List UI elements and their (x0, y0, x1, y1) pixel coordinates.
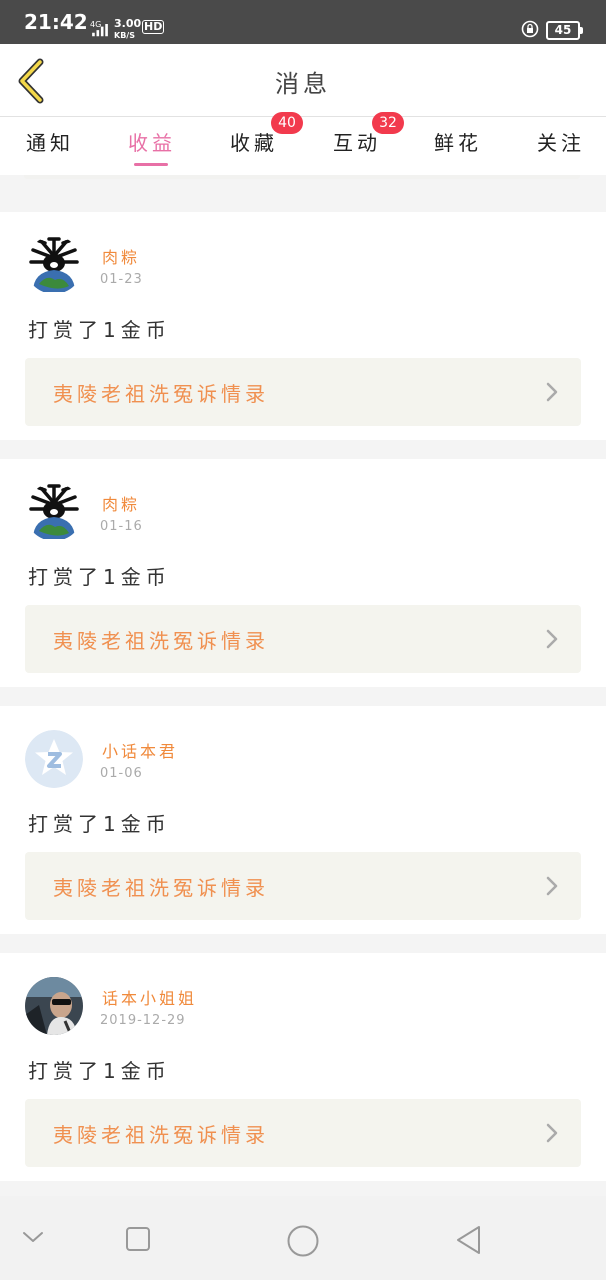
reward-text: 打赏了1金币 (28, 812, 171, 836)
date: 01-16 (100, 519, 143, 534)
active-tab-indicator (134, 163, 168, 166)
status-bar: 21:42 4G 3.00 KB/S HD 45 (0, 0, 606, 44)
date: 01-06 (100, 766, 143, 781)
user-name[interactable]: 话本小姐姐 (102, 985, 197, 1009)
hd-badge: HD (142, 20, 165, 34)
book-link[interactable]: 夷陵老祖洗冤诉情录 (25, 852, 581, 920)
user-name[interactable]: 肉粽 (102, 244, 140, 268)
recent-apps-square-icon[interactable] (125, 1226, 151, 1252)
book-link[interactable]: 夷陵老祖洗冤诉情录 (25, 358, 581, 426)
chevron-right-icon (546, 1123, 558, 1143)
avatar[interactable] (25, 977, 83, 1035)
reward-text: 打赏了1金币 (28, 318, 171, 342)
chevron-right-icon (546, 876, 558, 896)
date: 2019-12-29 (100, 1013, 186, 1028)
network-speed-value: 3.00 (114, 17, 142, 30)
system-nav-bar (0, 1196, 606, 1280)
signal-icon (92, 24, 108, 37)
tab-interactions[interactable]: 互动 (333, 127, 381, 156)
home-circle-icon[interactable] (286, 1224, 320, 1258)
divider (24, 175, 580, 179)
tab-following[interactable]: 关注 (537, 127, 585, 156)
header: 消息 (0, 44, 606, 117)
book-title: 夷陵老祖洗冤诉情录 (53, 876, 269, 900)
list-item: 肉粽 01-23 打赏了1金币 夷陵老祖洗冤诉情录 (0, 212, 606, 440)
interactions-count-badge: 32 (372, 112, 404, 134)
user-name[interactable]: 肉粽 (102, 491, 140, 515)
book-link[interactable]: 夷陵老祖洗冤诉情录 (25, 1099, 581, 1167)
collapse-chevron-icon[interactable] (22, 1230, 44, 1244)
user-name[interactable]: 小话本君 (102, 738, 178, 762)
book-link[interactable]: 夷陵老祖洗冤诉情录 (25, 605, 581, 673)
tab-notifications[interactable]: 通知 (26, 127, 74, 156)
list-item: 肉粽 01-16 打赏了1金币 夷陵老祖洗冤诉情录 (0, 459, 606, 687)
avatar[interactable] (25, 730, 83, 788)
avatar[interactable] (25, 236, 83, 294)
book-title: 夷陵老祖洗冤诉情录 (53, 1123, 269, 1147)
book-title: 夷陵老祖洗冤诉情录 (53, 382, 269, 406)
battery-icon: 45 (546, 21, 583, 40)
reward-text: 打赏了1金币 (28, 565, 171, 589)
list-item: 话本小姐姐 2019-12-29 打赏了1金币 夷陵老祖洗冤诉情录 (0, 953, 606, 1181)
list-item: 小话本君 01-06 打赏了1金币 夷陵老祖洗冤诉情录 (0, 706, 606, 934)
chevron-right-icon (546, 382, 558, 402)
book-title: 夷陵老祖洗冤诉情录 (53, 629, 269, 653)
reward-text: 打赏了1金币 (28, 1059, 171, 1083)
tab-bar: 通知 收益 收藏 40 互动 32 鲜花 关注 (0, 112, 606, 175)
network-speed: 3.00 KB/S (114, 18, 141, 41)
tab-earnings[interactable]: 收益 (128, 127, 176, 156)
avatar[interactable] (25, 483, 83, 541)
favorites-count-badge: 40 (271, 112, 303, 134)
date: 01-23 (100, 272, 143, 287)
tab-flowers[interactable]: 鲜花 (434, 127, 482, 156)
chevron-right-icon (546, 629, 558, 649)
status-time: 21:42 (24, 10, 88, 34)
network-speed-unit: KB/S (114, 31, 135, 40)
tab-favorites[interactable]: 收藏 (230, 127, 278, 156)
page-title: 消息 (275, 70, 331, 98)
rotation-lock-icon (521, 20, 539, 38)
back-triangle-icon[interactable] (454, 1224, 482, 1256)
